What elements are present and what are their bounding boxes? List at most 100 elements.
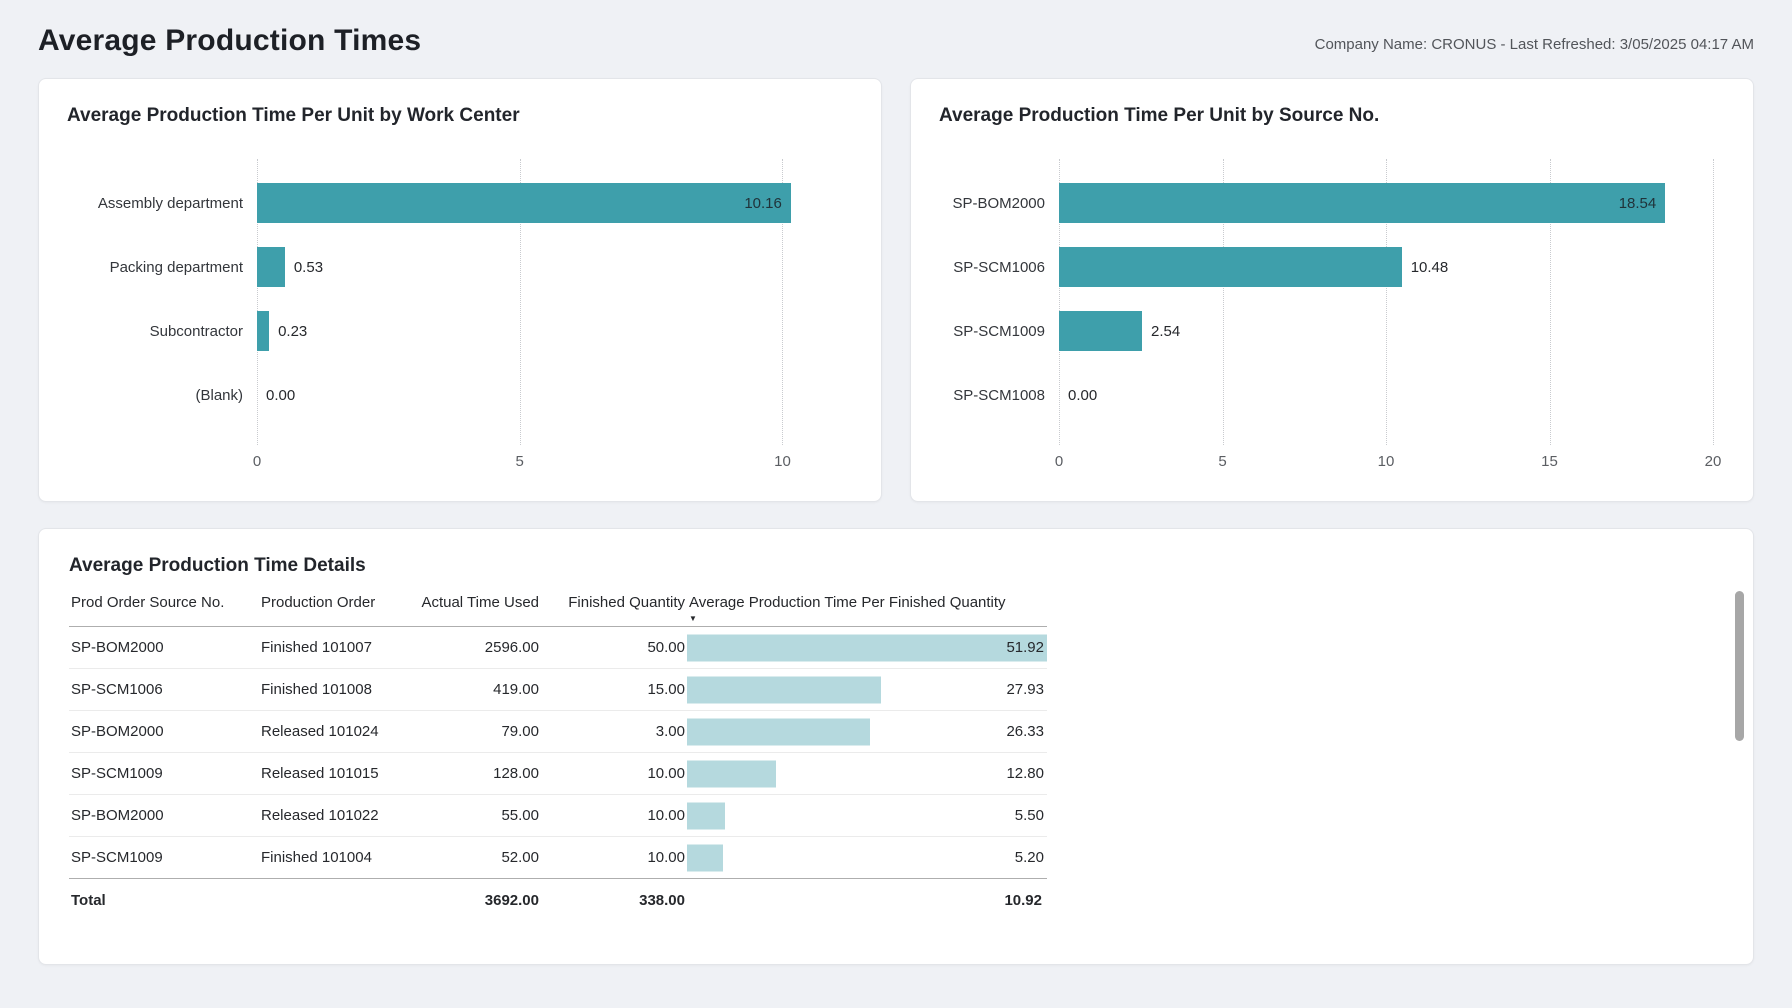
page-title: Average Production Times <box>38 24 421 58</box>
data-bar-cell: 26.33 <box>687 711 1047 753</box>
table-cell: 52.00 <box>411 837 541 879</box>
sort-descending-icon: ▼ <box>689 613 1045 626</box>
axis-tick-label: 5 <box>1218 453 1226 470</box>
table-cell: 419.00 <box>411 669 541 711</box>
bar[interactable]: 10.16 <box>257 183 791 223</box>
table-cell: Finished 101004 <box>259 837 411 879</box>
plot-cell: 2.54 <box>1059 299 1713 363</box>
bar[interactable] <box>1059 247 1402 287</box>
details-table-card: Average Production Time Details Prod Ord… <box>38 528 1754 965</box>
table-cell: Released 101015 <box>259 753 411 795</box>
plot-cell: 0.00 <box>1059 363 1713 427</box>
chart-row: Packing department0.53 <box>67 235 853 299</box>
table-row[interactable]: SP-BOM2000Released 10102255.0010.005.50 <box>69 795 1047 837</box>
table-cell: 50.00 <box>541 627 687 669</box>
avg-value: 5.50 <box>687 807 1047 824</box>
table-row[interactable]: SP-SCM1009Finished 10100452.0010.005.20 <box>69 837 1047 879</box>
table-cell: 10.00 <box>541 795 687 837</box>
category-label: SP-SCM1006 <box>939 259 1059 276</box>
sort-arrow-placeholder <box>261 613 409 626</box>
total-cell: 338.00 <box>541 879 687 921</box>
plot-cell: 10.1610.16 <box>257 171 835 235</box>
total-avg-cell: 10.92 <box>687 879 1047 921</box>
report-header: Average Production Times Company Name: C… <box>38 24 1754 58</box>
refresh-status-text: Company Name: CRONUS - Last Refreshed: 3… <box>1315 36 1754 58</box>
sort-arrow-placeholder <box>71 613 257 626</box>
column-header[interactable]: Actual Time Used <box>411 591 541 627</box>
column-header-label: Prod Order Source No. <box>71 593 257 613</box>
table-cell: 55.00 <box>411 795 541 837</box>
category-label: Subcontractor <box>67 323 257 340</box>
bar[interactable] <box>1059 311 1142 351</box>
table-cell: 79.00 <box>411 711 541 753</box>
chart-bars: Assembly department10.1610.16Packing dep… <box>67 157 853 427</box>
table-cell: 15.00 <box>541 669 687 711</box>
chart-plot-area: Assembly department10.1610.16Packing dep… <box>67 157 853 475</box>
plot-cell: 0.23 <box>257 299 835 363</box>
table-cell: Released 101022 <box>259 795 411 837</box>
table-row[interactable]: SP-BOM2000Released 10102479.003.0026.33 <box>69 711 1047 753</box>
plot-cell: 10.48 <box>1059 235 1713 299</box>
table-row[interactable]: SP-SCM1006Finished 101008419.0015.0027.9… <box>69 669 1047 711</box>
category-label: SP-SCM1009 <box>939 323 1059 340</box>
data-bar-cell: 27.93 <box>687 669 1047 711</box>
details-table: Prod Order Source No.Production OrderAct… <box>69 591 1047 921</box>
x-axis: 05101520 <box>1059 453 1713 477</box>
value-label: 0.00 <box>266 387 295 404</box>
table-cell: SP-BOM2000 <box>69 711 259 753</box>
table-cell: 128.00 <box>411 753 541 795</box>
column-header[interactable]: Average Production Time Per Finished Qua… <box>687 591 1047 627</box>
value-label: 0.53 <box>294 259 323 276</box>
axis-tick-label: 0 <box>1055 453 1063 470</box>
axis-tick-label: 0 <box>253 453 261 470</box>
avg-value: 51.92 <box>687 639 1047 656</box>
avg-value: 27.93 <box>687 681 1047 698</box>
value-label: 0.23 <box>278 323 307 340</box>
chart-row: SP-SCM1006 10.48 <box>939 235 1725 299</box>
plot-cell: 0.00 <box>257 363 835 427</box>
bar[interactable] <box>257 247 285 287</box>
table-scrollbar[interactable] <box>1735 591 1744 741</box>
data-bar-cell: 5.50 <box>687 795 1047 837</box>
table-cell: 3.00 <box>541 711 687 753</box>
axis-tick-label: 10 <box>1378 453 1395 470</box>
data-bar-cell: 12.80 <box>687 753 1047 795</box>
chart-title: Average Production Time Per Unit by Work… <box>67 105 853 127</box>
bar[interactable] <box>257 311 269 351</box>
column-header-label: Average Production Time Per Finished Qua… <box>689 593 1045 613</box>
table-cell: 10.00 <box>541 837 687 879</box>
table-row[interactable]: SP-BOM2000Finished 1010072596.0050.0051.… <box>69 627 1047 669</box>
plot-cell: 18.5418.54 <box>1059 171 1713 235</box>
column-header[interactable]: Finished Quantity <box>541 591 687 627</box>
column-header[interactable]: Prod Order Source No. <box>69 591 259 627</box>
table-row[interactable]: SP-SCM1009Released 101015128.0010.0012.8… <box>69 753 1047 795</box>
avg-value: 26.33 <box>687 723 1047 740</box>
axis-tick-label: 15 <box>1541 453 1558 470</box>
value-label: 10.48 <box>1411 259 1449 276</box>
table-total-row: Total3692.00338.0010.92 <box>69 879 1047 921</box>
total-cell: 3692.00 <box>411 879 541 921</box>
table-wrap: Prod Order Source No.Production OrderAct… <box>69 591 1047 921</box>
sort-arrow-placeholder <box>413 613 539 626</box>
data-bar-cell: 51.92 <box>687 627 1047 669</box>
report-page: Average Production Times Company Name: C… <box>0 0 1792 989</box>
table-cell: Finished 101008 <box>259 669 411 711</box>
plot-cell: 0.53 <box>257 235 835 299</box>
bar[interactable]: 18.54 <box>1059 183 1665 223</box>
work-center-chart-card: Average Production Time Per Unit by Work… <box>38 78 882 502</box>
sort-arrow-placeholder <box>543 613 685 626</box>
table-cell: SP-SCM1006 <box>69 669 259 711</box>
column-header[interactable]: Production Order <box>259 591 411 627</box>
table-cell: 2596.00 <box>411 627 541 669</box>
chart-plot-area: SP-BOM200018.5418.54SP-SCM100610.48SP-SC… <box>939 157 1725 475</box>
table-cell: 10.00 <box>541 753 687 795</box>
column-header-label: Finished Quantity <box>543 593 685 613</box>
value-label: 0.00 <box>1068 387 1097 404</box>
chart-title: Average Production Time Per Unit by Sour… <box>939 105 1725 127</box>
source-no-chart-card: Average Production Time Per Unit by Sour… <box>910 78 1754 502</box>
axis-tick-label: 20 <box>1705 453 1722 470</box>
x-axis: 0510 <box>257 453 835 477</box>
chart-row: Assembly department10.1610.16 <box>67 171 853 235</box>
chart-row: SP-SCM10080.00 <box>939 363 1725 427</box>
axis-tick-label: 10 <box>774 453 791 470</box>
